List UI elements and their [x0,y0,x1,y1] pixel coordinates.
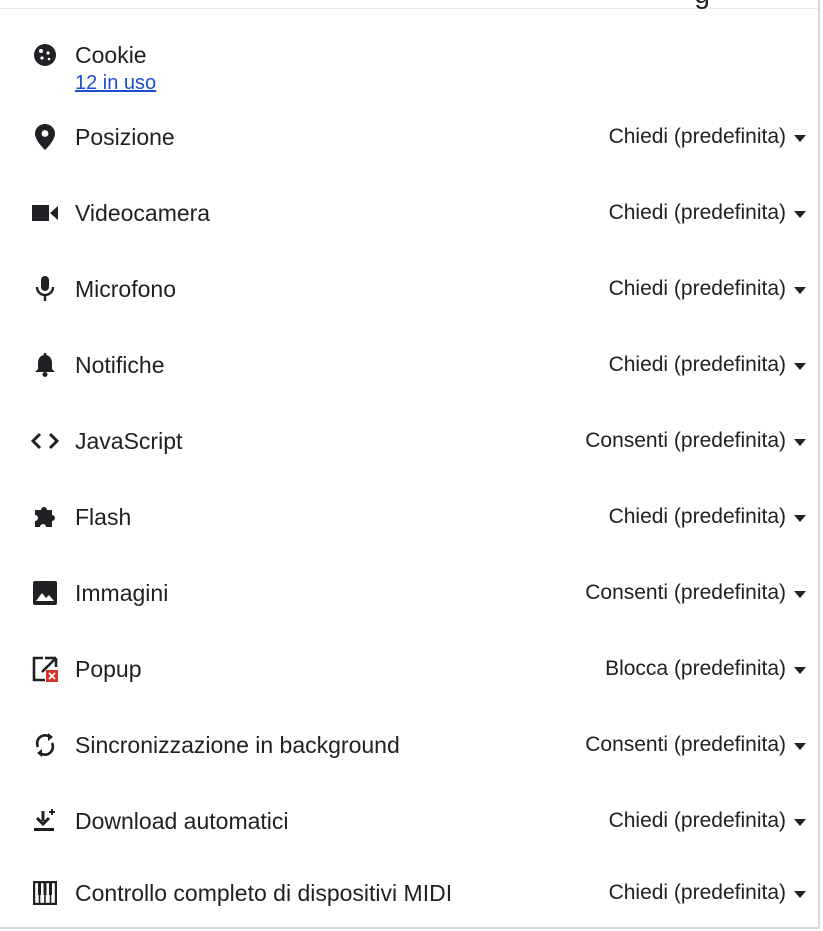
dropdown-caret-icon [794,890,806,898]
dropdown-caret-icon [794,362,806,370]
permission-value: Chiedi (predefinita) [608,809,786,832]
image-icon [30,578,60,608]
permission-row-download: Download automatici Chiedi (predefinita) [0,806,818,856]
permission-value: Blocca (predefinita) [605,657,786,680]
permission-row-popup: Popup Blocca (predefinita) [0,654,818,704]
permission-value: Chiedi (predefinita) [608,505,786,528]
popup-blocked-icon [30,654,60,684]
permission-dropdown[interactable]: Chiedi (predefinita) [609,122,806,152]
permission-dropdown[interactable]: Chiedi (predefinita) [609,350,806,380]
permission-value: Chiedi (predefinita) [608,201,786,224]
cookie-row[interactable]: Cookie 12 in uso [0,40,818,112]
permission-value: Chiedi (predefinita) [608,125,786,148]
location-pin-icon [30,122,60,152]
dropdown-caret-icon [794,134,806,142]
permission-row-microfono: Microfono Chiedi (predefinita) [0,274,818,324]
permission-value: Consenti (predefinita) [585,429,786,452]
permission-dropdown[interactable]: Chiedi (predefinita) [609,878,806,908]
microphone-icon [30,274,60,304]
sync-icon [30,730,60,760]
midi-piano-icon [30,878,60,908]
dropdown-caret-icon [794,666,806,674]
clipped-heading-text: g [694,0,710,10]
permission-row-javascript: JavaScript Consenti (predefinita) [0,426,818,476]
permission-row-flash: Flash Chiedi (predefinita) [0,502,818,552]
permission-row-sincronizzazione: Sincronizzazione in background Consenti … [0,730,818,780]
dropdown-caret-icon [794,514,806,522]
permission-label: Posizione [75,124,175,150]
cookie-in-use-link[interactable]: 12 in uso [75,72,156,95]
dropdown-caret-icon [794,438,806,446]
permission-value: Chiedi (predefinita) [608,277,786,300]
puzzle-icon [30,502,60,532]
dropdown-caret-icon [794,818,806,826]
permission-value: Consenti (predefinita) [585,581,786,604]
permission-label: Immagini [75,580,169,606]
permission-row-notifiche: Notifiche Chiedi (predefinita) [0,350,818,400]
permission-dropdown[interactable]: Consenti (predefinita) [585,730,806,760]
videocam-icon [30,198,60,228]
permission-row-posizione: Posizione Chiedi (predefinita) [0,122,818,172]
permission-label: Download automatici [75,808,289,834]
permission-row-videocamera: Videocamera Chiedi (predefinita) [0,198,818,248]
permission-dropdown[interactable]: Consenti (predefinita) [585,578,806,608]
dropdown-caret-icon [794,590,806,598]
code-icon [30,426,60,456]
permission-row-midi: Controllo completo di dispositivi MIDI C… [0,878,818,927]
cookie-icon [30,40,60,70]
permission-value: Chiedi (predefinita) [608,353,786,376]
download-icon [30,806,60,836]
permission-dropdown[interactable]: Chiedi (predefinita) [609,198,806,228]
permission-label: JavaScript [75,428,183,454]
top-edge: g [0,0,818,9]
permission-label: Sincronizzazione in background [75,732,400,758]
permission-dropdown[interactable]: Chiedi (predefinita) [609,502,806,532]
permission-dropdown[interactable]: Chiedi (predefinita) [609,274,806,304]
dropdown-caret-icon [794,286,806,294]
site-settings-panel: g Cookie 12 in uso Posizione Chiedi (pre… [0,0,820,929]
permission-label: Videocamera [75,200,211,226]
permission-dropdown[interactable]: Consenti (predefinita) [585,426,806,456]
permission-label: Notifiche [75,352,165,378]
cookie-label: Cookie [75,42,147,68]
dropdown-caret-icon [794,742,806,750]
permission-label: Flash [75,504,132,530]
permission-row-immagini: Immagini Consenti (predefinita) [0,578,818,628]
permission-label: Popup [75,656,142,682]
permission-dropdown[interactable]: Blocca (predefinita) [605,654,806,684]
permission-dropdown[interactable]: Chiedi (predefinita) [609,806,806,836]
permission-label: Microfono [75,276,176,302]
bell-icon [30,350,60,380]
permission-value: Chiedi (predefinita) [608,881,786,904]
dropdown-caret-icon [794,210,806,218]
permission-value: Consenti (predefinita) [585,733,786,756]
permission-label: Controllo completo di dispositivi MIDI [75,880,453,906]
